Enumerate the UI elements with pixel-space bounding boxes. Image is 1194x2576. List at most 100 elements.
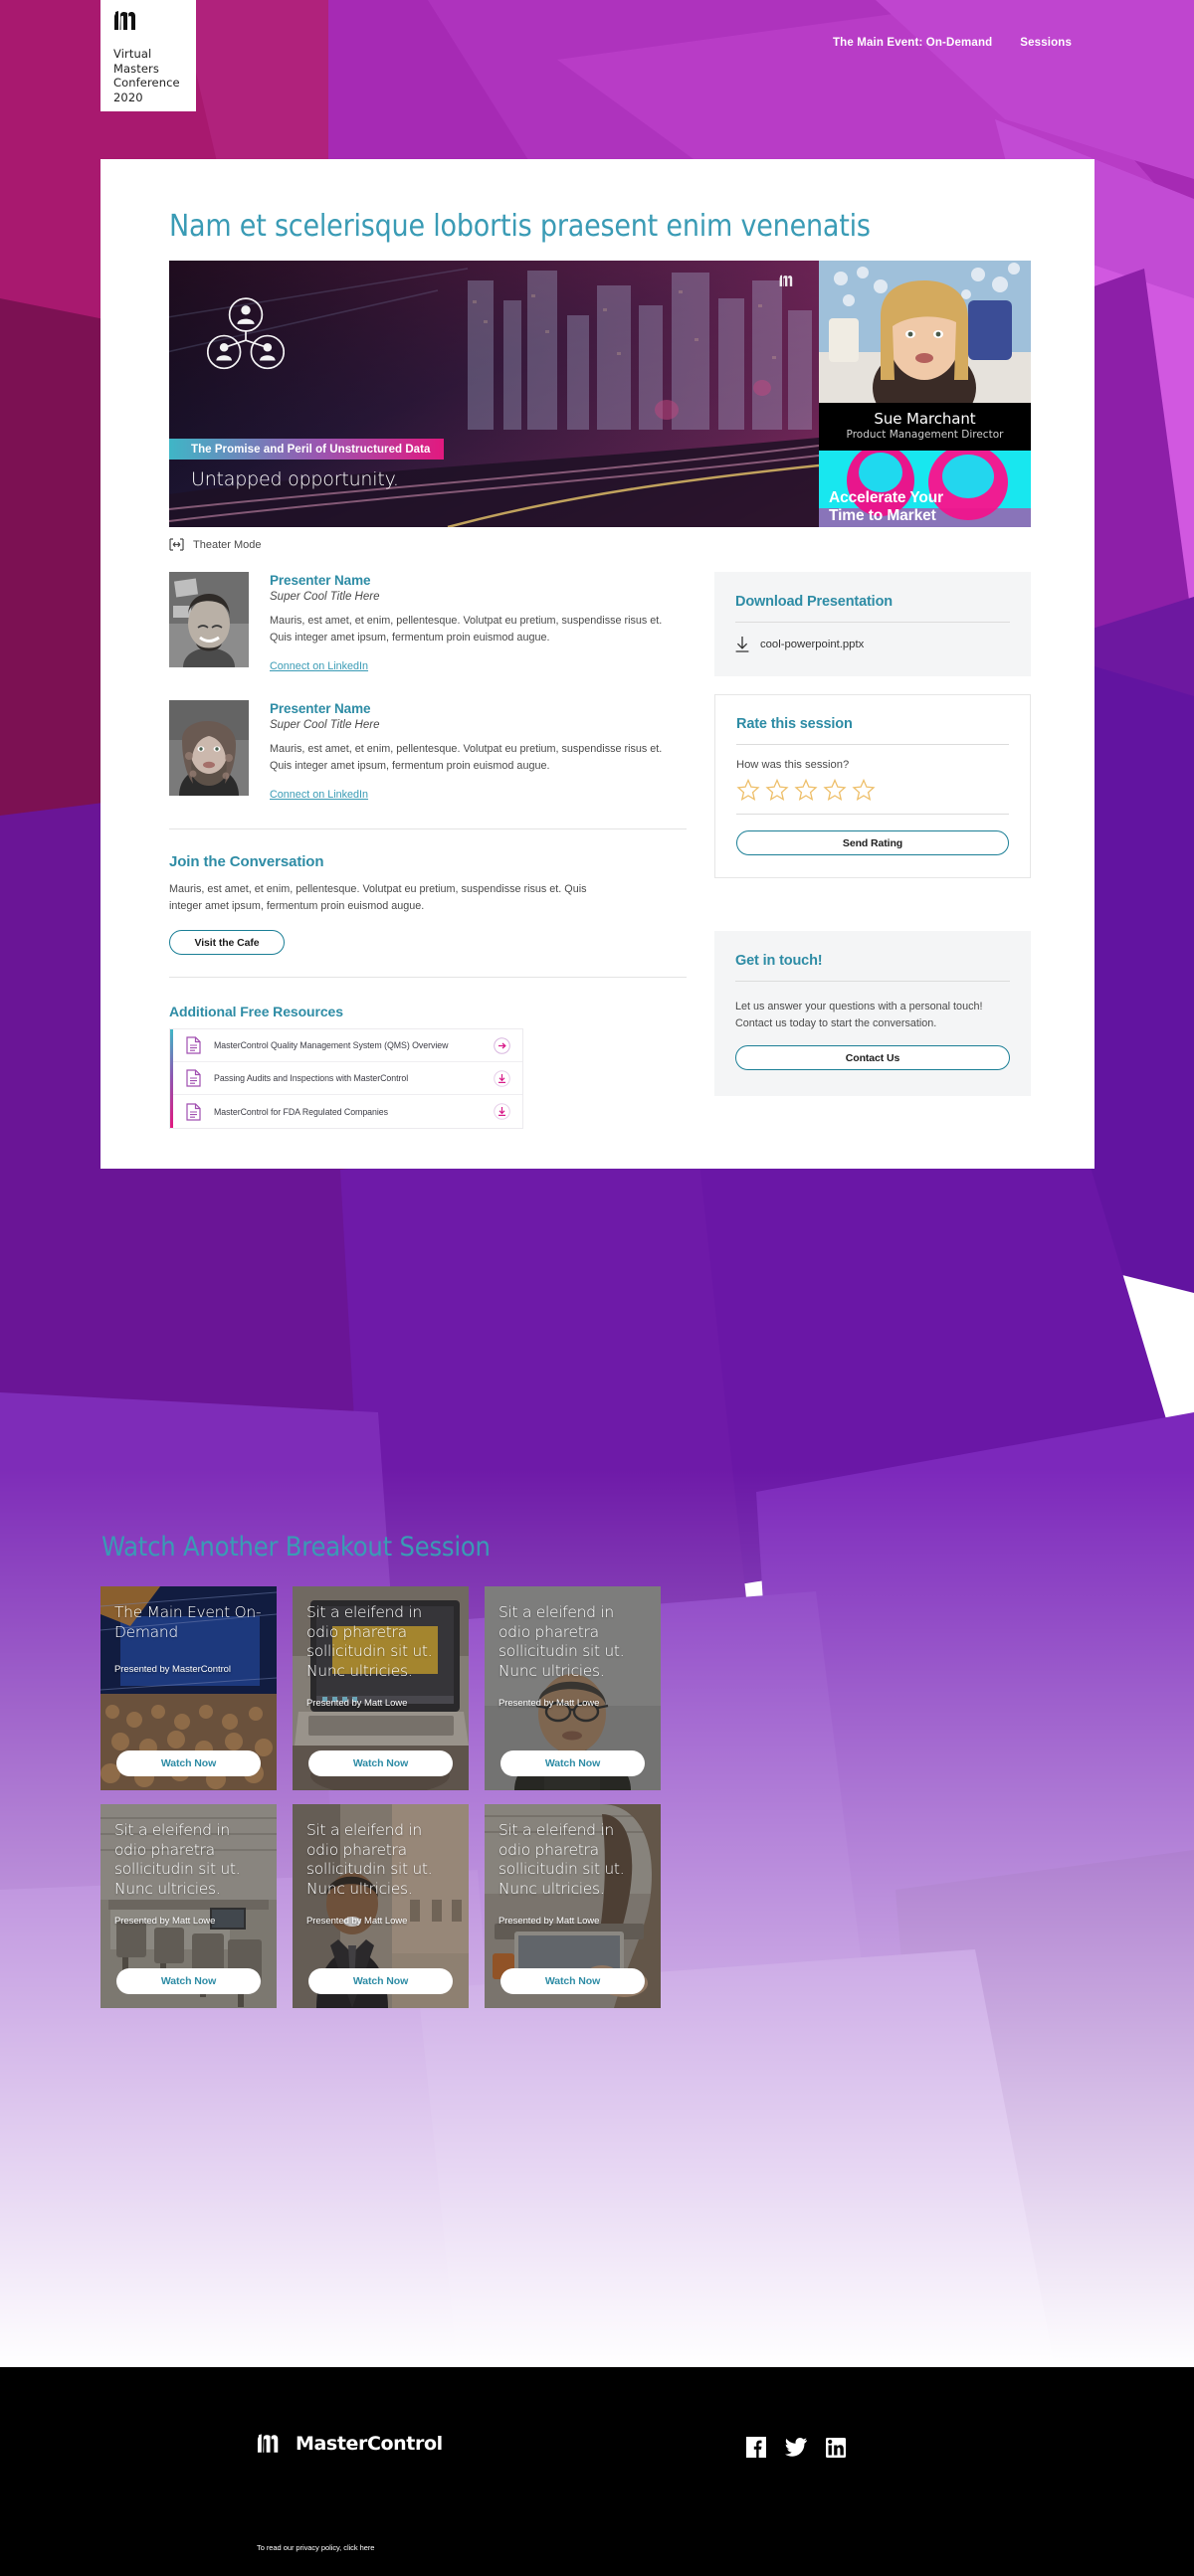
join-conversation-section: Join the Conversation Mauris, est amet, … [169, 853, 687, 955]
card-title: Sit a eleifend in odio pharetra sollicit… [114, 1821, 241, 1898]
document-icon [186, 1036, 201, 1054]
presenter-info: Presenter Name Super Cool Title Here Mau… [270, 572, 687, 674]
resource-label: Passing Audits and Inspections with Mast… [214, 1073, 409, 1083]
star-icon-5[interactable] [852, 778, 876, 802]
card-presenter: Presented by Matt Lowe [306, 1698, 408, 1709]
session-details-grid: Presenter Name Super Cool Title Here Mau… [169, 572, 1031, 1129]
watch-now-button[interactable]: Watch Now [308, 1968, 453, 1994]
breakout-card[interactable]: Sit a eleifend in odio pharetra sollicit… [293, 1804, 469, 2008]
star-icon-3[interactable] [794, 778, 818, 802]
breakout-card[interactable]: The Main Event On-Demand Presented by Ma… [100, 1586, 277, 1790]
presenter-info: Presenter Name Super Cool Title Here Mau… [270, 700, 687, 803]
conference-logo-text: Virtual Masters Conference 2020 [113, 47, 186, 104]
presenter-linkedin-link[interactable]: Connect on LinkedIn [270, 660, 368, 672]
download-file-link[interactable]: cool-powerpoint.pptx [735, 637, 1010, 652]
breakout-sessions-section: Watch Another Breakout Session The Main … [100, 1532, 1094, 2008]
conference-logo[interactable]: Virtual Masters Conference 2020 [100, 0, 196, 111]
breakout-heading: Watch Another Breakout Session [101, 1532, 491, 1563]
list-item[interactable]: MasterControl Quality Management System … [173, 1029, 522, 1062]
twitter-icon [785, 2438, 807, 2457]
video-subtitle: Untapped opportunity. [191, 468, 399, 490]
video-player[interactable]: The Promise and Peril of Unstructured Da… [169, 261, 819, 527]
watch-now-button[interactable]: Watch Now [116, 1750, 261, 1776]
document-icon [186, 1102, 201, 1121]
breakout-card[interactable]: Sit a eleifend in odio pharetra sollicit… [485, 1586, 661, 1790]
theater-mode-label: Theater Mode [193, 538, 262, 551]
mastercontrol-m-logo-icon [257, 2434, 279, 2453]
contact-card-body: Let us answer your questions with a pers… [735, 1001, 983, 1029]
site-header: Virtual Masters Conference 2020 The Main… [0, 0, 1194, 111]
session-content-card: Nam et scelerisque lobortis praesent eni… [100, 159, 1094, 1169]
additional-resources-heading: Additional Free Resources [169, 1004, 343, 1019]
presenter-name: Presenter Name [270, 701, 371, 716]
promo-thumbnail[interactable]: Accelerate Your Time to Market [819, 451, 1031, 527]
contact-us-button[interactable]: Contact Us [735, 1045, 1010, 1070]
speaker-meta: Sue Marchant Product Management Director [819, 403, 1031, 451]
download-icon[interactable] [494, 1103, 510, 1120]
download-file-name: cool-powerpoint.pptx [760, 639, 865, 650]
breakout-card[interactable]: Sit a eleifend in odio pharetra sollicit… [485, 1804, 661, 2008]
star-rating-control[interactable] [736, 778, 1009, 802]
watch-now-button[interactable]: Watch Now [116, 1968, 261, 1994]
arrow-right-icon[interactable] [494, 1036, 510, 1054]
logo-line-4: 2020 [113, 90, 143, 104]
nav-item-sessions[interactable]: Sessions [1020, 37, 1072, 49]
mastercontrol-m-logo-icon [114, 11, 135, 30]
card-title: Sit a eleifend in odio pharetra sollicit… [306, 1603, 433, 1680]
presenter-linkedin-link[interactable]: Connect on LinkedIn [270, 789, 368, 801]
promo-title: Accelerate Your Time to Market [829, 489, 1025, 525]
footer-brand[interactable]: MasterControl [257, 2433, 443, 2455]
speaker-video-thumbnail[interactable] [819, 261, 1031, 403]
logo-line-3: Conference [113, 76, 180, 90]
people-group-icon [207, 297, 285, 370]
privacy-policy-link[interactable]: To read our privacy policy, click here [257, 2543, 374, 2552]
list-item[interactable]: Passing Audits and Inspections with Mast… [173, 1062, 522, 1095]
breakout-card[interactable]: Sit a eleifend in odio pharetra sollicit… [293, 1586, 469, 1790]
list-item[interactable]: MasterControl for FDA Regulated Companie… [173, 1095, 522, 1128]
divider [735, 981, 1010, 982]
contact-button-wrap: Contact Us [735, 1045, 1010, 1070]
watch-now-button[interactable]: Watch Now [500, 1750, 645, 1776]
facebook-link[interactable] [746, 2437, 766, 2463]
presenter-block: Presenter Name Super Cool Title Here Mau… [169, 700, 687, 803]
card-presenter: Presented by Matt Lowe [114, 1916, 216, 1927]
resource-list: MasterControl Quality Management System … [169, 1028, 523, 1129]
presenter-title: Super Cool Title Here [270, 591, 380, 603]
speaker-sidebar: Sue Marchant Product Management Director… [819, 261, 1031, 527]
speaker-name: Sue Marchant [874, 410, 976, 428]
theater-mode-toggle[interactable]: Theater Mode [169, 538, 1094, 551]
linkedin-link[interactable] [826, 2437, 846, 2463]
card-presenter: Presented by Matt Lowe [498, 1916, 600, 1927]
video-player-row: The Promise and Peril of Unstructured Da… [169, 261, 1031, 527]
star-icon-2[interactable] [765, 778, 789, 802]
additional-resources-section: Additional Free Resources MasterControl … [169, 1004, 687, 1129]
breakout-card[interactable]: Sit a eleifend in odio pharetra sollicit… [100, 1804, 277, 2008]
facebook-icon [746, 2437, 766, 2458]
download-icon [735, 637, 749, 652]
send-rating-button[interactable]: Send Rating [736, 830, 1009, 855]
star-icon-1[interactable] [736, 778, 760, 802]
document-icon [186, 1069, 201, 1087]
watch-now-button[interactable]: Watch Now [500, 1968, 645, 1994]
join-conversation-heading: Join the Conversation [169, 853, 324, 870]
visit-the-cafe-button[interactable]: Visit the Cafe [169, 930, 285, 955]
card-title: Sit a eleifend in odio pharetra sollicit… [306, 1821, 433, 1898]
theater-mode-icon [169, 538, 184, 551]
star-icon-4[interactable] [823, 778, 847, 802]
resource-label: MasterControl Quality Management System … [214, 1040, 449, 1050]
send-rating-wrap: Send Rating [736, 830, 1009, 855]
download-icon[interactable] [494, 1069, 510, 1087]
watch-now-button[interactable]: Watch Now [308, 1750, 453, 1776]
video-session-tag: The Promise and Peril of Unstructured Da… [169, 439, 445, 460]
download-card-heading: Download Presentation [735, 594, 893, 610]
avatar [169, 700, 249, 796]
twitter-link[interactable] [785, 2438, 807, 2462]
rate-session-card: Rate this session How was this session? … [714, 694, 1031, 878]
footer-brand-name: MasterControl [296, 2433, 443, 2455]
breakout-card-grid: The Main Event On-Demand Presented by Ma… [100, 1586, 661, 2008]
resource-gradient-bar [170, 1029, 173, 1128]
nav-item-main-event[interactable]: The Main Event: On-Demand [833, 37, 992, 49]
card-presenter: Presented by MasterControl [114, 1664, 231, 1675]
presenter-title: Super Cool Title Here [270, 719, 380, 731]
card-presenter: Presented by Matt Lowe [498, 1698, 600, 1709]
